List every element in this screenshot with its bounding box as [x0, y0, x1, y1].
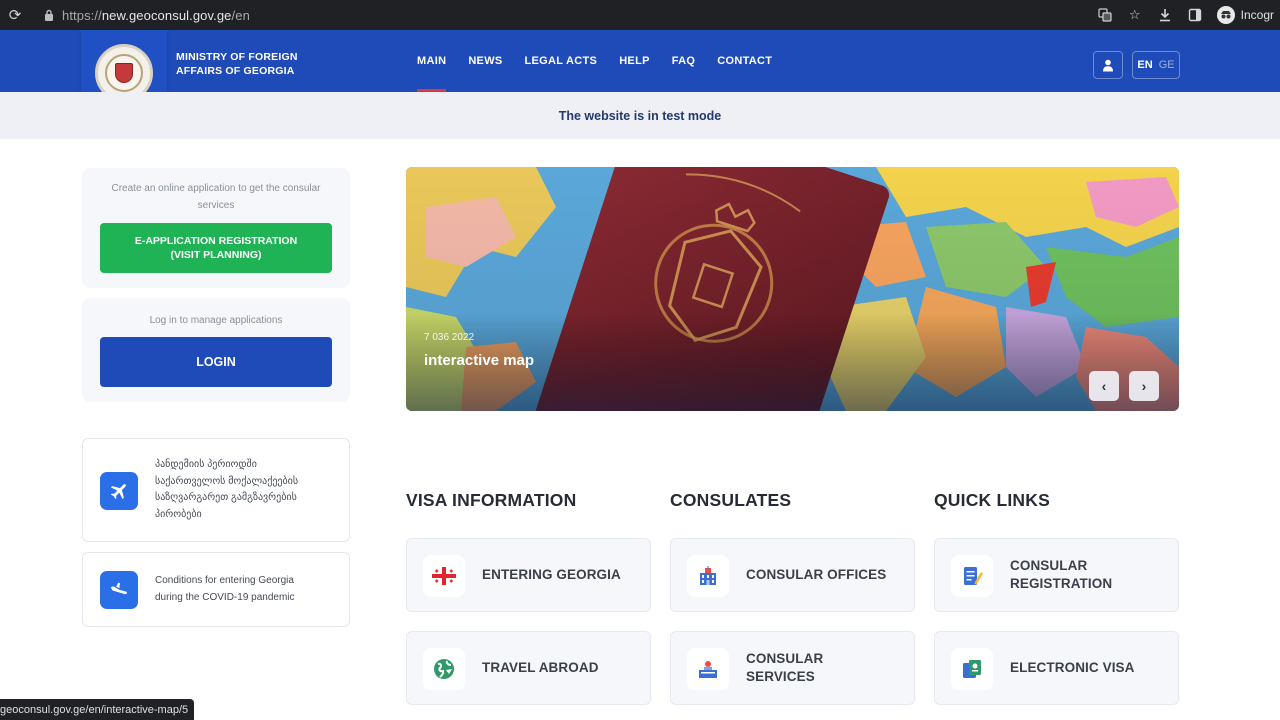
tile-entering-georgia[interactable]: ENTERING GEORGIA	[406, 538, 651, 612]
lock-icon[interactable]	[42, 8, 56, 22]
user-icon	[1103, 59, 1113, 71]
georgia-flag-icon	[423, 555, 465, 597]
info-line: საქართველოს მოქალაქეების	[155, 475, 299, 487]
tile-label-line: CONSULAR	[1010, 558, 1088, 573]
service-desk-icon	[687, 648, 729, 690]
info-line: during the COVID-19 pandemic	[155, 591, 295, 603]
chevron-right-icon: ›	[1141, 378, 1147, 394]
translate-icon[interactable]	[1097, 7, 1113, 23]
info-line: Conditions for entering Georgia	[155, 575, 294, 586]
tile-travel-abroad[interactable]: TRAVEL ABROAD	[406, 631, 651, 705]
tile-consular-offices[interactable]: CONSULAR OFFICES	[670, 538, 915, 612]
incognito-indicator[interactable]: Incogr	[1216, 6, 1274, 24]
apply-description: Create an online application to get the …	[82, 180, 350, 214]
site-header: MINISTRY OF FOREIGN AFFAIRS OF GEORGIA M…	[0, 30, 1280, 116]
pandemic-travel-card[interactable]: პანდემიის პერიოდში საქართველოს მოქალაქეე…	[82, 438, 350, 542]
tile-label-line: SERVICES	[746, 669, 815, 684]
airplane-icon	[100, 472, 138, 510]
language-switcher: EN GE	[1132, 51, 1180, 79]
nav-news[interactable]: NEWS	[468, 30, 502, 92]
section-title-quick-links: QUICK LINKS	[934, 490, 1050, 510]
login-description: Log in to manage applications	[149, 315, 283, 326]
pandemic-travel-text: პანდემიის პერიოდში საქართველოს მოქალაქეე…	[155, 457, 335, 523]
info-line: საზღვარგარეთ გამგზავრების	[155, 492, 297, 503]
hero-title[interactable]: interactive map	[424, 352, 534, 369]
url-scheme: https://	[62, 7, 102, 23]
incognito-label: Incogr	[1240, 8, 1274, 22]
tile-consular-services[interactable]: CONSULAR SERVICES	[670, 631, 915, 705]
side-panel-icon[interactable]	[1187, 7, 1203, 23]
tile-label: TRAVEL ABROAD	[482, 659, 599, 677]
e-application-button[interactable]: E-APPLICATION REGISTRATION (VISIT PLANNI…	[100, 223, 332, 273]
slider-prev-button[interactable]: ‹	[1089, 371, 1119, 401]
browser-toolbar: ⟳ https://new.geoconsul.gov.ge/en ☆ Inco…	[0, 0, 1280, 30]
globe-icon	[423, 648, 465, 690]
url-path: /en	[231, 7, 250, 23]
slider-next-button[interactable]: ›	[1129, 371, 1159, 401]
e-application-button-line1: E-APPLICATION REGISTRATION	[134, 235, 298, 247]
address-bar[interactable]: https://new.geoconsul.gov.ge/en	[62, 8, 250, 23]
tile-label: CONSULAR OFFICES	[746, 566, 886, 584]
nav-contact[interactable]: CONTACT	[717, 30, 772, 92]
tile-label-line: CONSULAR	[746, 651, 824, 666]
apply-description-line2: services	[197, 200, 235, 211]
tile-label-line: ELECTRONIC VISA	[1010, 660, 1135, 675]
lang-en[interactable]: EN	[1137, 59, 1152, 71]
building-icon	[687, 555, 729, 597]
link-status-bar: geoconsul.gov.ge/en/interactive-map/5	[0, 699, 195, 720]
ministry-name[interactable]: MINISTRY OF FOREIGN AFFAIRS OF GEORGIA	[176, 50, 298, 78]
hero-map-image	[406, 167, 1179, 411]
section-title-consulates: CONSULATES	[670, 490, 792, 510]
tile-label: ELECTRONIC VISA	[1010, 659, 1135, 677]
main-nav: MAIN NEWS LEGAL ACTS HELP FAQ CONTACT	[417, 30, 794, 92]
tile-electronic-visa[interactable]: ELECTRONIC VISA	[934, 631, 1179, 705]
url-host: new.geoconsul.gov.ge	[101, 7, 232, 23]
user-account-button[interactable]	[1093, 51, 1123, 79]
ministry-name-line1: MINISTRY OF FOREIGN	[176, 51, 298, 63]
nav-main[interactable]: MAIN	[417, 30, 447, 92]
tile-label-line: CONSULAR OFFICES	[746, 567, 887, 582]
apply-description-line1: Create an online application to get the …	[111, 183, 321, 194]
lang-ge[interactable]: GE	[1159, 59, 1175, 71]
tile-label: ENTERING GEORGIA	[482, 566, 621, 584]
incognito-icon	[1216, 6, 1235, 24]
hero-slider[interactable]: 7 036 2022 interactive map ‹ ›	[406, 167, 1179, 411]
reload-icon[interactable]: ⟳	[0, 6, 30, 24]
section-title-visa-information: VISA INFORMATION	[406, 490, 577, 510]
info-line: პირობები	[155, 508, 202, 520]
nav-faq[interactable]: FAQ	[672, 30, 696, 92]
test-mode-banner: The website is in test mode	[0, 92, 1280, 139]
tile-label: CONSULAR REGISTRATION	[1010, 557, 1112, 593]
ministry-name-line2: AFFAIRS OF GEORGIA	[176, 65, 295, 77]
login-button[interactable]: LOGIN	[100, 337, 332, 387]
covid-entry-text: Conditions for entering Georgia during t…	[155, 573, 335, 606]
chevron-left-icon: ‹	[1101, 378, 1107, 394]
bookmark-star-icon[interactable]: ☆	[1127, 7, 1143, 23]
covid-entry-card[interactable]: Conditions for entering Georgia during t…	[82, 552, 350, 627]
nav-legal-acts[interactable]: LEGAL ACTS	[525, 30, 598, 92]
download-icon[interactable]	[1157, 7, 1173, 23]
tile-label-line: REGISTRATION	[1010, 576, 1113, 591]
plane-landing-icon	[100, 571, 138, 609]
tile-consular-registration[interactable]: CONSULAR REGISTRATION	[934, 538, 1179, 612]
document-edit-icon	[951, 555, 993, 597]
info-line: პანდემიის პერიოდში	[155, 459, 257, 470]
tile-label-line: TRAVEL ABROAD	[482, 660, 599, 675]
nav-help[interactable]: HELP	[619, 30, 650, 92]
e-application-button-line2: (VISIT PLANNING)	[170, 249, 262, 261]
hero-date: 7 036 2022	[424, 332, 475, 343]
tile-label: CONSULAR SERVICES	[746, 650, 823, 686]
e-visa-icon	[951, 648, 993, 690]
tile-label-line: ENTERING GEORGIA	[482, 567, 621, 582]
